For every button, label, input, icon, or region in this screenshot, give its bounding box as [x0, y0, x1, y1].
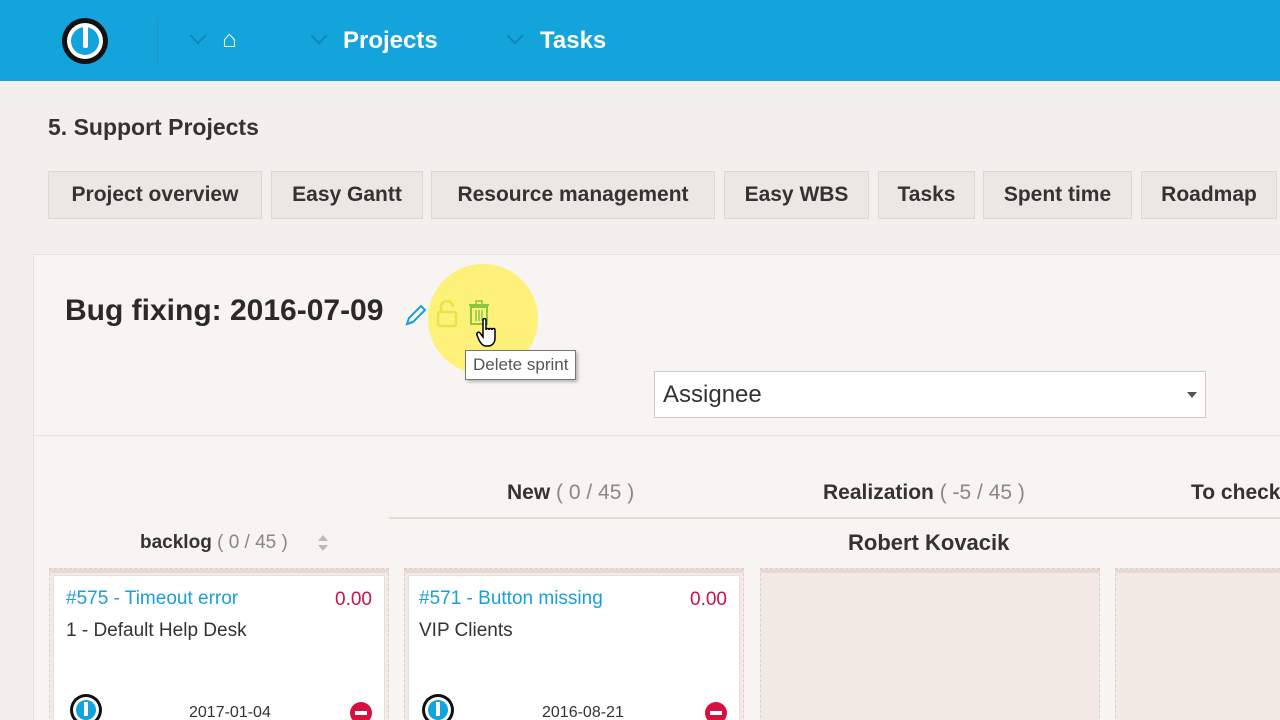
task-project: VIP Clients — [419, 620, 513, 641]
top-navigation-bar: ⌂ Projects Tasks — [0, 0, 1280, 81]
column-name: New — [507, 481, 551, 504]
delete-sprint-tooltip: Delete sprint — [465, 350, 577, 380]
column-header-new: New ( 0 / 45 ) — [507, 481, 634, 505]
avatar[interactable] — [422, 694, 454, 720]
tab-tasks[interactable]: Tasks — [878, 171, 975, 219]
remove-icon[interactable] — [350, 702, 372, 720]
avatar[interactable] — [70, 694, 102, 720]
tab-resource-management[interactable]: Resource management — [431, 171, 715, 219]
task-points: 0.00 — [690, 589, 727, 610]
task-due-date: 2017-01-04 — [189, 704, 271, 720]
backlog-count: ( 0 / 45 ) — [217, 532, 288, 553]
backlog-header: backlog ( 0 / 45 ) — [140, 532, 288, 554]
swimlane-select[interactable]: Assignee — [654, 371, 1206, 418]
task-points: 0.00 — [335, 589, 372, 610]
backlog-name: backlog — [140, 532, 212, 553]
realization-lane[interactable] — [760, 568, 1100, 720]
pencil-icon[interactable] — [403, 302, 429, 328]
chevron-down-icon[interactable] — [506, 27, 524, 45]
column-count: ( -5 / 45 ) — [939, 481, 1025, 504]
column-header-to-check: To check — [1191, 481, 1280, 505]
caret-down-icon — [1187, 392, 1197, 398]
task-project: 1 - Default Help Desk — [66, 620, 247, 641]
column-header-realization: Realization ( -5 / 45 ) — [823, 481, 1025, 505]
task-due-date: 2016-08-21 — [542, 704, 624, 720]
task-link[interactable]: #571 - Button missing — [419, 588, 603, 610]
tab-easy-wbs[interactable]: Easy WBS — [724, 171, 869, 219]
remove-icon[interactable] — [705, 702, 727, 720]
power-logo-icon[interactable] — [62, 18, 108, 64]
tab-easy-gantt[interactable]: Easy Gantt — [271, 171, 423, 219]
column-name: Realization — [823, 481, 934, 504]
nav-tasks[interactable]: Tasks — [540, 26, 606, 56]
task-card[interactable]: #575 - Timeout error 0.00 1 - Default He… — [53, 575, 385, 720]
task-link[interactable]: #575 - Timeout error — [66, 588, 238, 610]
to-check-lane[interactable] — [1115, 568, 1280, 720]
tab-roadmap[interactable]: Roadmap — [1141, 171, 1277, 219]
chevron-down-icon[interactable] — [189, 27, 207, 45]
column-name: To check — [1191, 481, 1280, 504]
task-card[interactable]: #571 - Button missing 0.00 VIP Clients 2… — [408, 575, 740, 720]
sort-icon[interactable] — [317, 533, 329, 553]
panel-divider — [33, 435, 1280, 436]
project-title: 5. Support Projects — [48, 114, 259, 140]
swimlane-assignee-name: Robert Kovacik — [848, 530, 1010, 555]
home-icon[interactable]: ⌂ — [222, 28, 237, 52]
hand-cursor-icon — [476, 318, 496, 347]
tab-spent-time[interactable]: Spent time — [983, 171, 1132, 219]
column-header-rule — [389, 517, 1280, 519]
sprint-title: Bug fixing: 2016-07-09 — [65, 294, 384, 327]
column-count: ( 0 / 45 ) — [556, 481, 635, 504]
topbar-divider — [157, 18, 158, 63]
nav-projects[interactable]: Projects — [343, 26, 438, 56]
chevron-down-icon[interactable] — [310, 27, 328, 45]
tab-project-overview[interactable]: Project overview — [48, 171, 262, 219]
swimlane-select-value: Assignee — [663, 381, 762, 408]
